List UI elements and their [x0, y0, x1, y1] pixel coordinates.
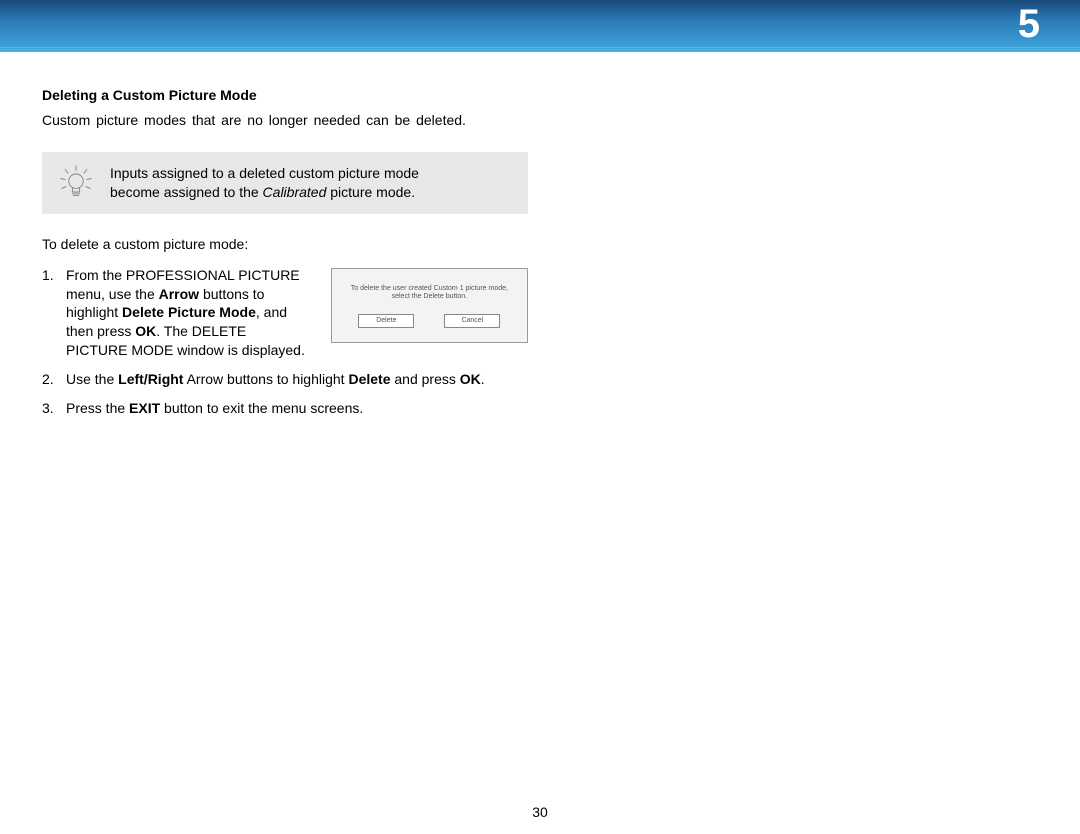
dialog-cancel-button: Cancel [444, 314, 500, 328]
step1-b1: Arrow [159, 286, 199, 302]
main-content: Deleting a Custom Picture Mode Custom pi… [0, 52, 570, 418]
tip-text: Inputs assigned to a deleted custom pict… [110, 164, 419, 202]
intro-paragraph: Custom picture modes that are no longer … [42, 111, 528, 130]
step2-t4: . [481, 371, 485, 387]
delete-dialog-screenshot: To delete the user created Custom 1 pict… [331, 268, 528, 344]
step-1: From the PROFESSIONAL PICTURE menu, use … [42, 266, 528, 360]
tip-line2-suffix: picture mode. [326, 184, 415, 200]
step1-b3: OK [135, 323, 156, 339]
lightbulb-icon [58, 165, 94, 201]
header-stripes [0, 46, 1080, 52]
step3-b1: EXIT [129, 400, 160, 416]
chapter-header: 5 [0, 0, 1080, 52]
dialog-delete-button: Delete [358, 314, 414, 328]
tip-callout: Inputs assigned to a deleted custom pict… [42, 152, 528, 214]
step2-t3: and press [391, 371, 460, 387]
step2-t1: Use the [66, 371, 118, 387]
steps-list: From the PROFESSIONAL PICTURE menu, use … [42, 266, 528, 418]
step-2: Use the Left/Right Arrow buttons to high… [42, 370, 528, 389]
step2-b1: Left/Right [118, 371, 183, 387]
step-3: Press the EXIT button to exit the menu s… [42, 399, 528, 418]
step3-t2: button to exit the menu screens. [160, 400, 363, 416]
section-title: Deleting a Custom Picture Mode [42, 87, 528, 103]
step2-b3: OK [460, 371, 481, 387]
step3-t1: Press the [66, 400, 129, 416]
page-number: 30 [0, 804, 1080, 820]
step2-b2: Delete [348, 371, 390, 387]
step1-b2: Delete Picture Mode [122, 304, 256, 320]
tip-line1: Inputs assigned to a deleted custom pict… [110, 165, 419, 181]
lead-line: To delete a custom picture mode: [42, 236, 528, 252]
dialog-message: To delete the user created Custom 1 pict… [344, 285, 514, 303]
tip-line2-prefix: become assigned to the [110, 184, 263, 200]
tip-line2-italic: Calibrated [263, 184, 327, 200]
chapter-number: 5 [1018, 2, 1040, 47]
step2-t2: Arrow buttons to highlight [183, 371, 348, 387]
